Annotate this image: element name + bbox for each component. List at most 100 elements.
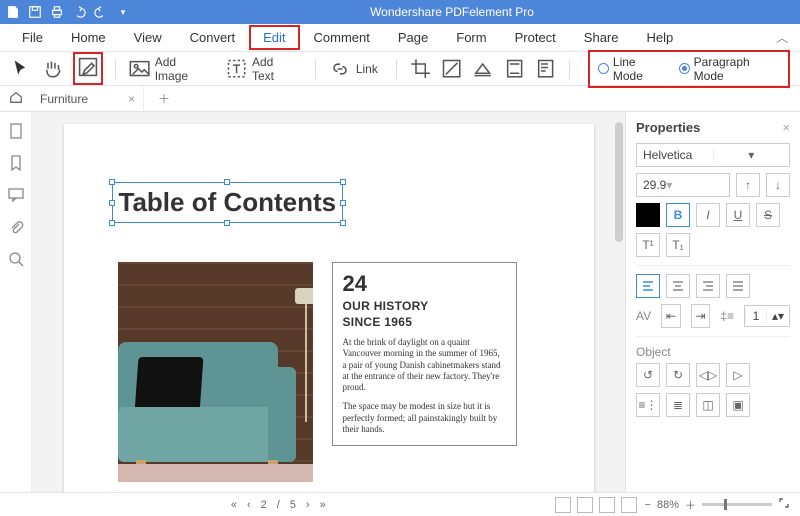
page-current[interactable]: 2 [261,499,267,511]
menu-edit[interactable]: Edit [249,25,299,50]
add-image-button[interactable]: Add Image [128,55,217,83]
align-objects-left-icon[interactable]: ≡⋮ [636,393,660,417]
last-page-icon[interactable]: » [320,499,326,511]
shrink-font-icon[interactable]: ↓ [766,173,790,197]
line-spacing-stepper[interactable]: 1▴▾ [744,305,790,327]
crop-icon[interactable] [409,57,432,81]
page-navigator: « ‹ 2 / 5 › » [10,499,547,511]
separator [396,59,397,79]
menu-protect[interactable]: Protect [501,25,570,50]
menu-form[interactable]: Form [442,25,500,50]
edit-toolbar: Add Image Add Text Link Line Mode Paragr… [0,52,800,86]
card-number: 24 [343,271,506,297]
font-color-swatch[interactable] [636,203,660,227]
thumbnail-view-icon[interactable] [621,497,637,513]
text-card[interactable]: 24 OUR HISTORY SINCE 1965 At the brink o… [332,262,517,446]
crop-object-icon[interactable]: ◫ [696,393,720,417]
menu-help[interactable]: Help [633,25,688,50]
select-tool-icon[interactable] [10,57,33,81]
menu-bar: File Home View Convert Edit Comment Page… [0,24,800,52]
paragraph-mode-radio[interactable]: Paragraph Mode [679,55,780,83]
prev-page-icon[interactable]: ‹ [247,499,251,511]
align-center-button[interactable] [666,274,690,298]
menu-convert[interactable]: Convert [176,25,250,50]
undo-icon[interactable] [72,5,86,19]
continuous-view-icon[interactable] [577,497,593,513]
toc-heading[interactable]: Table of Contents [119,187,337,218]
document-tabs: Furniture × ＋ [0,86,800,112]
document-tab[interactable]: Furniture × [32,86,144,111]
edit-object-tool[interactable] [73,52,103,85]
save-icon[interactable] [28,5,42,19]
subscript-button[interactable]: T₁ [666,233,690,257]
vertical-scrollbar[interactable] [615,122,623,242]
next-page-icon[interactable]: › [306,499,310,511]
fullscreen-icon[interactable] [778,497,790,512]
kern-tight-icon[interactable]: ⇤ [661,304,681,328]
align-left-button[interactable] [636,274,660,298]
line-mode-radio[interactable]: Line Mode [598,55,667,83]
zoom-in-icon[interactable]: ＋ [685,497,696,513]
qat-more-icon[interactable]: ▾ [116,5,130,19]
page-image[interactable] [118,262,313,482]
redo-icon[interactable] [94,5,108,19]
flip-horizontal-icon[interactable]: ◁▷ [696,363,720,387]
properties-panel: Properties × Helvetica ▾ 29.9▾ ↑ ↓ B I U… [625,112,800,492]
menu-home[interactable]: Home [57,25,120,50]
superscript-button[interactable]: T¹ [636,233,660,257]
grow-font-icon[interactable]: ↑ [736,173,760,197]
watermark-icon[interactable] [440,57,463,81]
single-page-view-icon[interactable] [555,497,571,513]
underline-button[interactable]: U [726,203,750,227]
font-family-select[interactable]: Helvetica ▾ [636,143,790,167]
hand-tool-icon[interactable] [41,57,64,81]
status-bar: « ‹ 2 / 5 › » − 88% ＋ [0,492,800,516]
bold-button[interactable]: B [666,203,690,227]
print-icon[interactable] [50,5,64,19]
new-tab-icon[interactable]: ＋ [152,90,176,107]
replace-image-icon[interactable]: ▣ [726,393,750,417]
zoom-slider[interactable] [702,503,772,506]
rotate-ccw-icon[interactable]: ↺ [636,363,660,387]
menu-comment[interactable]: Comment [300,25,384,50]
document-canvas[interactable]: Table of Contents 24 OUR HISTORY SINCE 1… [32,112,625,492]
flip-vertical-icon[interactable]: ▷ [726,363,750,387]
home-tab-icon[interactable] [8,90,24,107]
font-size-input[interactable]: 29.9▾ [636,173,730,197]
separator [569,59,570,79]
background-icon[interactable] [471,57,494,81]
search-icon[interactable] [7,250,25,268]
add-text-button[interactable]: Add Text [225,55,303,83]
edit-mode-group: Line Mode Paragraph Mode [588,50,790,88]
close-tab-icon[interactable]: × [128,92,135,106]
distribute-icon[interactable]: ≣ [666,393,690,417]
comments-icon[interactable] [7,186,25,204]
menu-file[interactable]: File [8,25,57,50]
menu-page[interactable]: Page [384,25,442,50]
tab-title: Furniture [40,92,88,106]
link-button[interactable]: Link [328,57,384,81]
header-footer-icon[interactable] [503,57,526,81]
text-icon [225,57,248,81]
italic-button[interactable]: I [696,203,720,227]
rotate-cw-icon[interactable]: ↻ [666,363,690,387]
card-heading-2: SINCE 1965 [343,315,506,329]
close-panel-icon[interactable]: × [782,120,790,135]
collapse-ribbon-icon[interactable]: ︿ [772,25,792,50]
strike-button[interactable]: S [756,203,780,227]
kern-loose-icon[interactable]: ⇥ [691,304,711,328]
thumbnails-icon[interactable] [7,122,25,140]
two-page-view-icon[interactable] [599,497,615,513]
separator [115,59,116,79]
zoom-out-icon[interactable]: − [645,499,651,511]
bates-number-icon[interactable] [534,57,557,81]
menu-view[interactable]: View [120,25,176,50]
bookmarks-icon[interactable] [7,154,25,172]
attachments-icon[interactable] [7,218,25,236]
first-page-icon[interactable]: « [231,499,237,511]
align-right-button[interactable] [696,274,720,298]
page-total: 5 [290,499,296,511]
align-justify-button[interactable] [726,274,750,298]
selected-text-box[interactable]: Table of Contents [112,182,344,223]
menu-share[interactable]: Share [570,25,633,50]
